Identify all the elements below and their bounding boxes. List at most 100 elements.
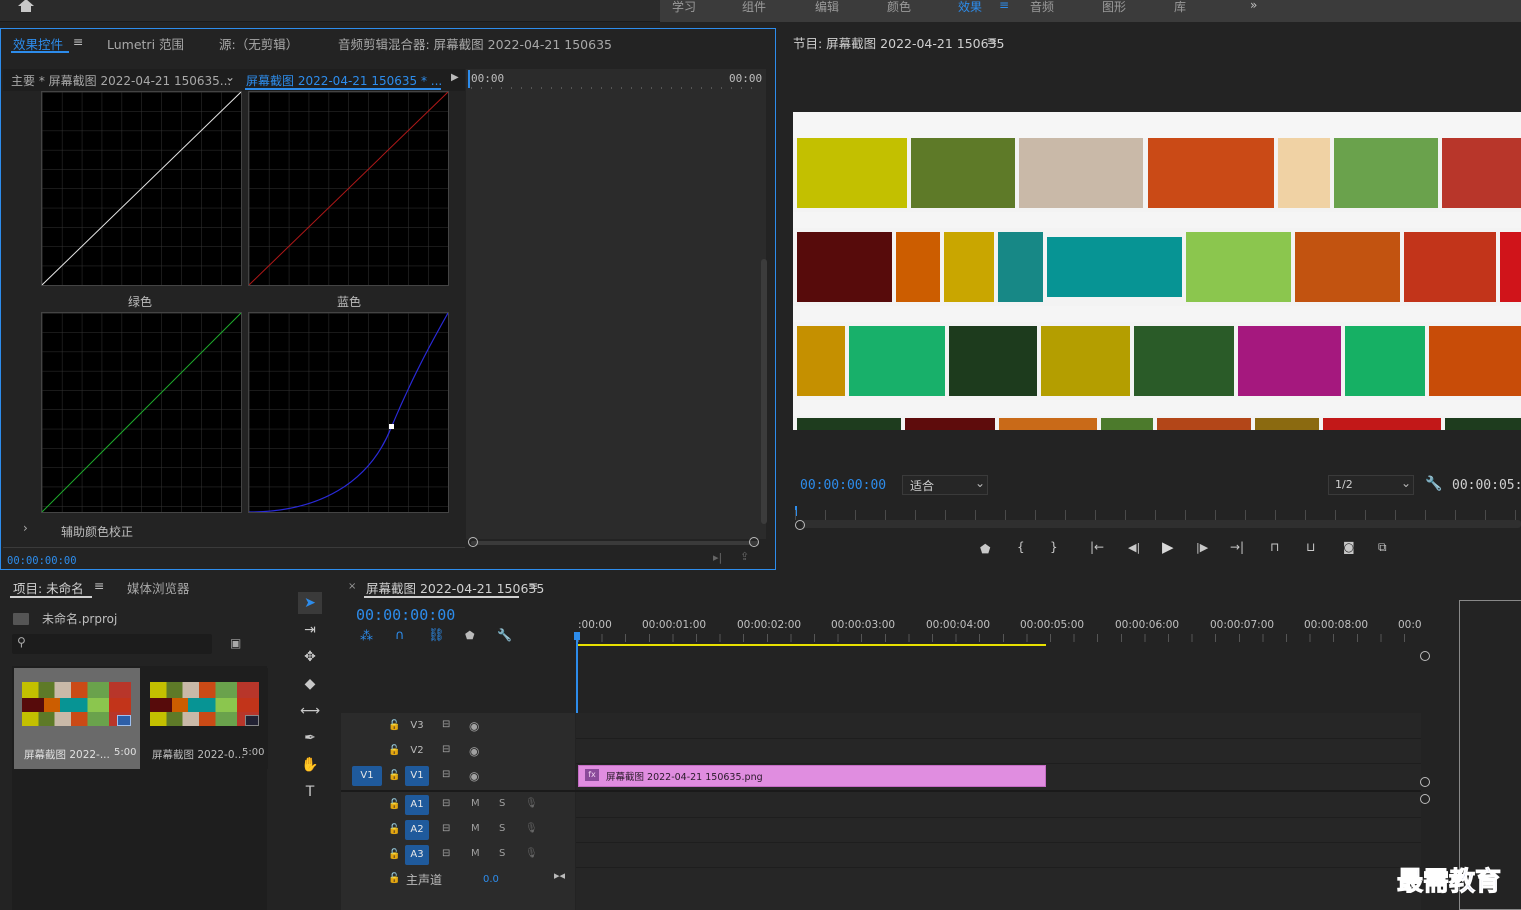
project-item[interactable]: 屏幕截图 2022-... 5:00 [14,668,140,769]
wrench-icon[interactable]: 🔧 [497,628,512,642]
track-v2-label[interactable]: V2 [405,741,429,761]
lock-icon[interactable]: 🔓 [388,799,400,810]
program-ruler[interactable] [795,510,1521,520]
sync-lock-icon[interactable]: ⊟ [442,744,450,755]
sync-lock-icon[interactable]: ⊟ [442,798,450,809]
share-icon[interactable]: ⇪ [740,550,749,563]
project-item[interactable]: 屏幕截图 2022-0... 5:00 [142,668,268,769]
track-a1-label[interactable]: A1 [405,795,429,815]
timeline-menu-icon[interactable]: ≡ [528,578,538,593]
ec-zoom-bar[interactable] [471,541,759,545]
master-clip-label[interactable]: 主要 * 屏幕截图 2022-04-21 150635... [11,72,231,89]
ec-scrollbar[interactable] [761,259,767,524]
tab-source[interactable]: 源:（无剪辑） [219,34,298,53]
work-area-bar[interactable] [578,644,1046,646]
source-patch-v1[interactable]: V1 [352,766,382,786]
ripple-edit-tool-icon[interactable]: ✥ [298,646,322,668]
workspace-tab-audio[interactable]: 音频 [1030,0,1054,15]
program-title[interactable]: 节目: 屏幕截图 2022-04-21 150635 [793,33,1005,52]
sync-lock-icon[interactable]: ⊟ [442,719,450,730]
step-forward-icon[interactable]: |▶ [1196,541,1208,554]
eye-icon[interactable]: ◉ [469,744,479,758]
audio-vscroll-handle[interactable] [1420,794,1430,804]
chevron-right-icon[interactable]: › [23,521,28,535]
zoom-handle-left[interactable] [468,537,478,547]
compare-view-icon[interactable]: ⧉ [1378,540,1387,555]
tab-audio-clip-mixer[interactable]: 音频剪辑混合器: 屏幕截图 2022-04-21 150635 [338,34,612,53]
mic-icon[interactable]: 🎙 [525,848,538,859]
mic-icon[interactable]: 🎙 [525,798,538,809]
resolution-dropdown[interactable]: 1/2 ⌄ [1328,475,1414,495]
slip-tool-icon[interactable]: ⟷ [298,700,322,722]
export-icon[interactable]: ▸| [713,551,722,564]
lock-icon[interactable]: 🔓 [388,849,400,860]
vscroll-handle-top[interactable] [1420,651,1430,661]
curve-master[interactable] [41,91,242,286]
project-menu-icon[interactable]: ≡ [94,578,104,593]
snap-icon[interactable]: ∩ [395,628,405,643]
ec-timecode[interactable]: 00:00:00:00 [7,555,77,567]
solo-button[interactable]: S [499,848,505,859]
mic-icon[interactable]: 🎙 [525,823,538,834]
workspace-tab-effects[interactable]: 效果 [958,0,982,15]
playhead-handle[interactable] [574,632,580,640]
timeline-title[interactable]: 屏幕截图 2022-04-21 150635 [366,578,544,597]
curve-red[interactable] [248,91,449,286]
go-to-in-icon[interactable]: |← [1090,540,1104,554]
eye-icon[interactable]: ◉ [469,719,479,733]
curve-green[interactable] [41,312,242,513]
add-marker-icon[interactable]: ⬟ [465,629,475,642]
fit-dropdown[interactable]: 适合 ⌄ [902,475,988,495]
track-v1-label[interactable]: V1 [405,766,429,786]
mute-button[interactable]: M [471,798,480,809]
pen-tool-icon[interactable]: ✒ [298,727,322,749]
ec-playhead[interactable] [468,70,470,88]
program-video-frame[interactable] [793,112,1521,430]
lift-icon[interactable]: ⊓ [1270,540,1279,554]
lock-icon[interactable]: 🔓 [388,873,400,884]
close-icon[interactable]: × [348,581,356,592]
panel-menu-icon[interactable]: ≡ [73,34,83,49]
sync-lock-icon[interactable]: ⊟ [442,823,450,834]
home-icon[interactable] [16,0,38,15]
workspace-menu-icon[interactable]: ≡ [999,0,1009,12]
solo-button[interactable]: S [499,823,505,834]
workspace-tab-assembly[interactable]: 组件 [742,0,766,15]
linked-selection-icon[interactable]: ⛓ [428,628,445,643]
workspace-tab-libraries[interactable]: 库 [1174,0,1186,15]
go-to-end-icon[interactable]: ▸◂ [554,869,565,882]
mute-button[interactable]: M [471,823,480,834]
workspace-tab-learn[interactable]: 学习 [672,0,696,15]
curve-blue[interactable] [248,312,449,513]
vscroll-handle-bottom[interactable] [1420,777,1430,787]
program-timecode[interactable]: 00:00:00:00 [800,478,886,493]
eye-icon[interactable]: ◉ [469,769,479,783]
workspace-tab-editing[interactable]: 编辑 [815,0,839,15]
workspace-tab-graphics[interactable]: 图形 [1102,0,1126,15]
track-a2-label[interactable]: A2 [405,820,429,840]
section-secondary-color[interactable]: 辅助颜色校正 [61,523,133,540]
add-marker-icon[interactable]: ⬟ [980,542,990,556]
selection-tool-icon[interactable]: ➤ [298,592,322,614]
extract-icon[interactable]: ⊔ [1306,540,1315,554]
project-search-input[interactable]: ⚲ [12,634,212,654]
sync-lock-icon[interactable]: ⊟ [442,848,450,859]
workspace-more-icon[interactable]: » [1250,0,1257,12]
track-a3-label[interactable]: A3 [405,845,429,865]
wrench-icon[interactable]: 🔧 [1425,476,1442,492]
zoom-handle-left[interactable] [795,520,805,530]
lock-icon[interactable]: 🔓 [388,745,400,756]
zoom-handle-right[interactable] [749,537,759,547]
timeline-timecode[interactable]: 00:00:00:00 [356,606,455,624]
play-clip-icon[interactable]: ▶ [451,72,459,83]
camera-icon[interactable]: ◙ [1343,540,1355,554]
hand-tool-icon[interactable]: ✋ [298,754,322,776]
mute-button[interactable]: M [471,848,480,859]
lock-icon[interactable]: 🔓 [388,824,400,835]
go-to-out-icon[interactable]: →| [1230,540,1244,554]
lock-icon[interactable]: 🔓 [388,720,400,731]
solo-button[interactable]: S [499,798,505,809]
lock-icon[interactable]: 🔓 [388,770,400,781]
razor-tool-icon[interactable]: ◆ [298,673,322,695]
master-volume-value[interactable]: 0.0 [483,874,499,885]
